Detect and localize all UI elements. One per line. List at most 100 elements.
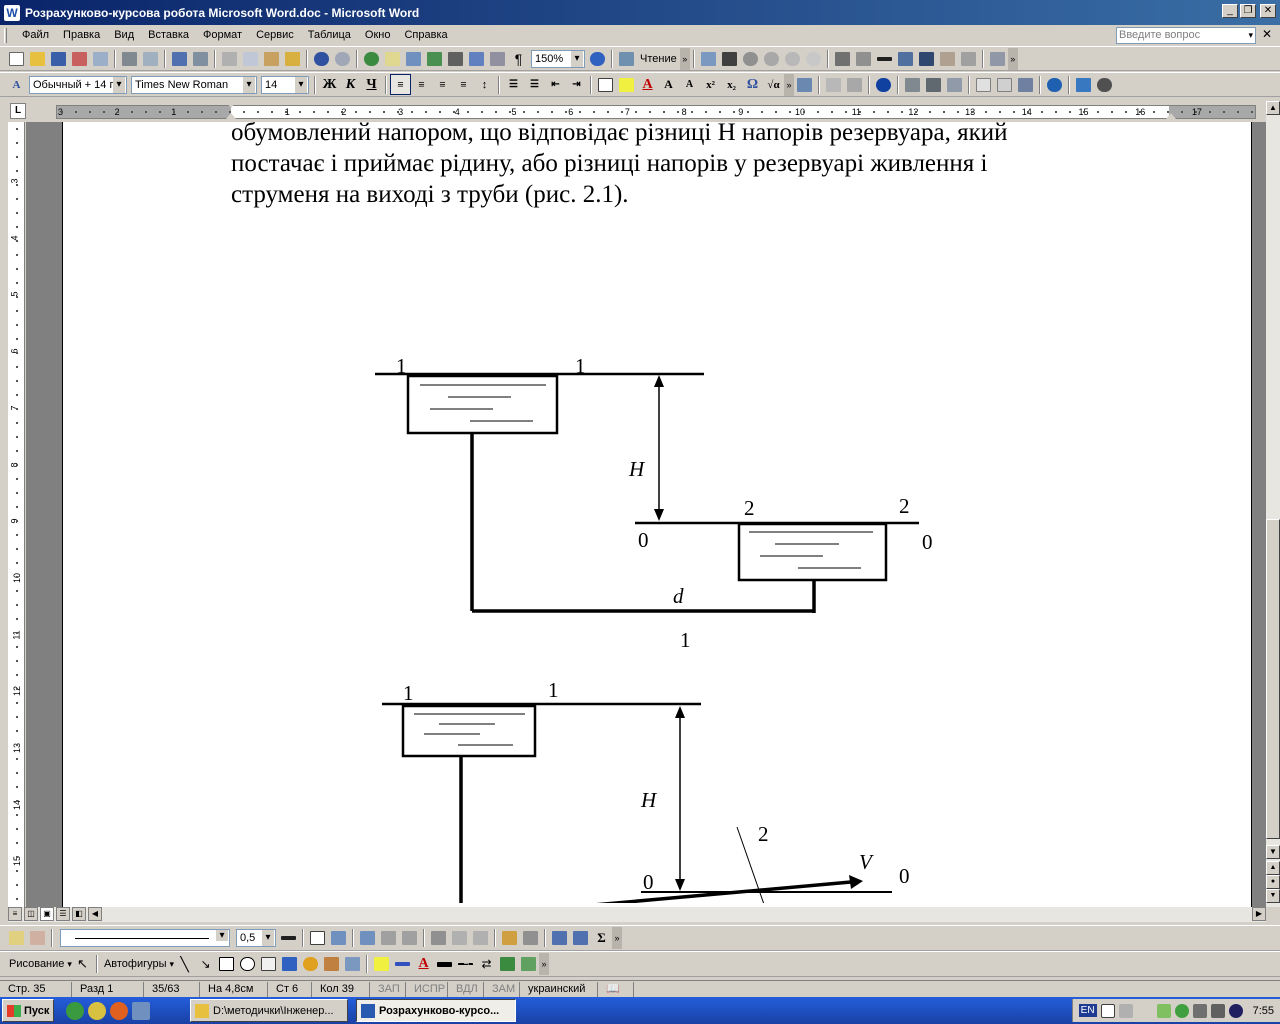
research-icon[interactable]: [190, 48, 211, 69]
text-wrap-icon[interactable]: [916, 48, 937, 69]
rectangle-tool-icon[interactable]: [216, 954, 237, 975]
paste-icon[interactable]: [261, 48, 282, 69]
print-preview-icon[interactable]: [140, 48, 161, 69]
border-color-icon[interactable]: [278, 928, 299, 949]
normal-view-icon[interactable]: ≡: [8, 907, 22, 921]
new-document-icon[interactable]: [6, 48, 27, 69]
scanner-icon[interactable]: [944, 74, 965, 95]
vertical-ruler[interactable]: 3456789101112131415: [8, 122, 25, 907]
align-center-icon[interactable]: ≡: [411, 74, 432, 95]
scroll-thumb[interactable]: [1266, 519, 1280, 839]
outline-view-icon[interactable]: ☰: [56, 907, 70, 921]
superscript-icon[interactable]: x²: [700, 74, 721, 95]
read-mode-icon[interactable]: [616, 48, 637, 69]
insert-picture-icon[interactable]: [698, 48, 719, 69]
italic-button[interactable]: К: [340, 74, 361, 95]
bullets-icon[interactable]: ☰: [524, 74, 545, 95]
underline-button[interactable]: Ч: [361, 74, 382, 95]
hanging-indent-marker[interactable]: [226, 113, 236, 119]
line-color-icon[interactable]: [392, 954, 413, 975]
line-spacing-icon[interactable]: ↕: [474, 74, 495, 95]
line-tool-icon[interactable]: ╲: [174, 954, 195, 975]
eraser-icon[interactable]: [27, 928, 48, 949]
format-painter-icon[interactable]: [282, 48, 303, 69]
read-mode-button[interactable]: Чтение: [637, 53, 680, 65]
sort-ascending-icon[interactable]: [549, 928, 570, 949]
minimize-button[interactable]: _: [1222, 4, 1238, 18]
volume-icon[interactable]: [1192, 1003, 1207, 1018]
split-cells-icon[interactable]: [399, 928, 420, 949]
3d-icon[interactable]: [518, 954, 539, 975]
chevron-down-icon[interactable]: ▾: [1248, 28, 1253, 43]
hyperlink-icon[interactable]: [361, 48, 382, 69]
styles-icon[interactable]: A: [6, 74, 27, 95]
numbering-icon[interactable]: ☰: [503, 74, 524, 95]
spelling-icon[interactable]: [169, 48, 190, 69]
web-view-icon[interactable]: ◫: [24, 907, 38, 921]
undo-icon[interactable]: [311, 48, 332, 69]
draw-table-icon[interactable]: [6, 928, 27, 949]
drawing-icon[interactable]: [466, 48, 487, 69]
print-layout-view-icon[interactable]: ▣: [40, 907, 54, 921]
table-autoformat-icon[interactable]: [499, 928, 520, 949]
menu-grip[interactable]: [4, 27, 7, 43]
merge-cells-icon[interactable]: [378, 928, 399, 949]
next-page-icon[interactable]: ▼: [1266, 889, 1280, 903]
fill-color-icon[interactable]: [371, 954, 392, 975]
drawing-menu-button[interactable]: Рисование: [6, 958, 67, 970]
scroll-up-icon[interactable]: ▲: [1266, 101, 1280, 115]
more-brightness-icon[interactable]: [782, 48, 803, 69]
toolbar-options-icon[interactable]: »: [612, 927, 622, 949]
print-icon[interactable]: [119, 48, 140, 69]
insert-picture-icon-2[interactable]: [342, 954, 363, 975]
line-style-icon[interactable]: [874, 48, 895, 69]
show-formatting-icon[interactable]: ¶: [508, 48, 529, 69]
font-color-icon-2[interactable]: A: [413, 954, 434, 975]
vertical-scrollbar[interactable]: ▲ ▼ ▲ ● ▼: [1266, 101, 1280, 907]
menu-window[interactable]: Окно: [358, 29, 398, 41]
tab-selector-icon[interactable]: L: [10, 103, 26, 119]
translate-icon[interactable]: [1073, 74, 1094, 95]
style-select[interactable]: Обычный + 14 г: [29, 75, 127, 94]
reset-picture-icon[interactable]: [987, 48, 1008, 69]
clip-art-icon[interactable]: [321, 954, 342, 975]
help-icon[interactable]: [587, 48, 608, 69]
save-icon[interactable]: [48, 48, 69, 69]
equation-icon[interactable]: √α: [763, 74, 784, 95]
document-area[interactable]: обумовлений напором, що відповідає різни…: [26, 122, 1266, 907]
arrow-tool-icon[interactable]: ↘: [195, 954, 216, 975]
set-transparent-icon[interactable]: [958, 48, 979, 69]
line-weight-select[interactable]: 0,5: [236, 929, 276, 947]
scroll-right-icon[interactable]: ▶: [1252, 907, 1266, 921]
clock[interactable]: 7:55: [1253, 1005, 1274, 1017]
less-contrast-icon[interactable]: [761, 48, 782, 69]
menu-file[interactable]: Файл: [15, 29, 56, 41]
scroll-left-icon[interactable]: ◀: [88, 907, 102, 921]
taskbar-item-word[interactable]: Розрахунково-курсо...: [356, 999, 516, 1022]
restore-button[interactable]: ❐: [1240, 4, 1256, 18]
dash-style-icon[interactable]: [455, 954, 476, 975]
language-indicator[interactable]: EN: [1078, 1004, 1097, 1017]
wordart-icon[interactable]: [279, 954, 300, 975]
security-icon[interactable]: [1228, 1003, 1243, 1018]
start-button[interactable]: Пуск: [2, 999, 54, 1022]
borders-icon[interactable]: [595, 74, 616, 95]
menu-help[interactable]: Справка: [397, 29, 454, 41]
menu-insert[interactable]: Вставка: [141, 29, 196, 41]
justify-icon[interactable]: ≡: [453, 74, 474, 95]
oval-tool-icon[interactable]: [237, 954, 258, 975]
horizontal-ruler[interactable]: L 3211234567891011121314151617: [8, 101, 1270, 122]
insert-table-icon-2[interactable]: [357, 928, 378, 949]
line-weight-icon[interactable]: [434, 954, 455, 975]
reading-view-icon[interactable]: ◧: [72, 907, 86, 921]
decrease-indent-icon[interactable]: ⇤: [545, 74, 566, 95]
right-indent-marker[interactable]: [1166, 113, 1176, 119]
menu-tools[interactable]: Сервис: [249, 29, 301, 41]
increase-indent-icon[interactable]: ⇥: [566, 74, 587, 95]
menu-edit[interactable]: Правка: [56, 29, 107, 41]
tray-options-icon[interactable]: [1118, 1003, 1133, 1018]
autosum-icon[interactable]: Σ: [591, 928, 612, 949]
taskbar-item-explorer[interactable]: D:\методички\Інженер...: [190, 999, 348, 1022]
network-icon[interactable]: [1156, 1003, 1171, 1018]
more-contrast-icon[interactable]: [740, 48, 761, 69]
